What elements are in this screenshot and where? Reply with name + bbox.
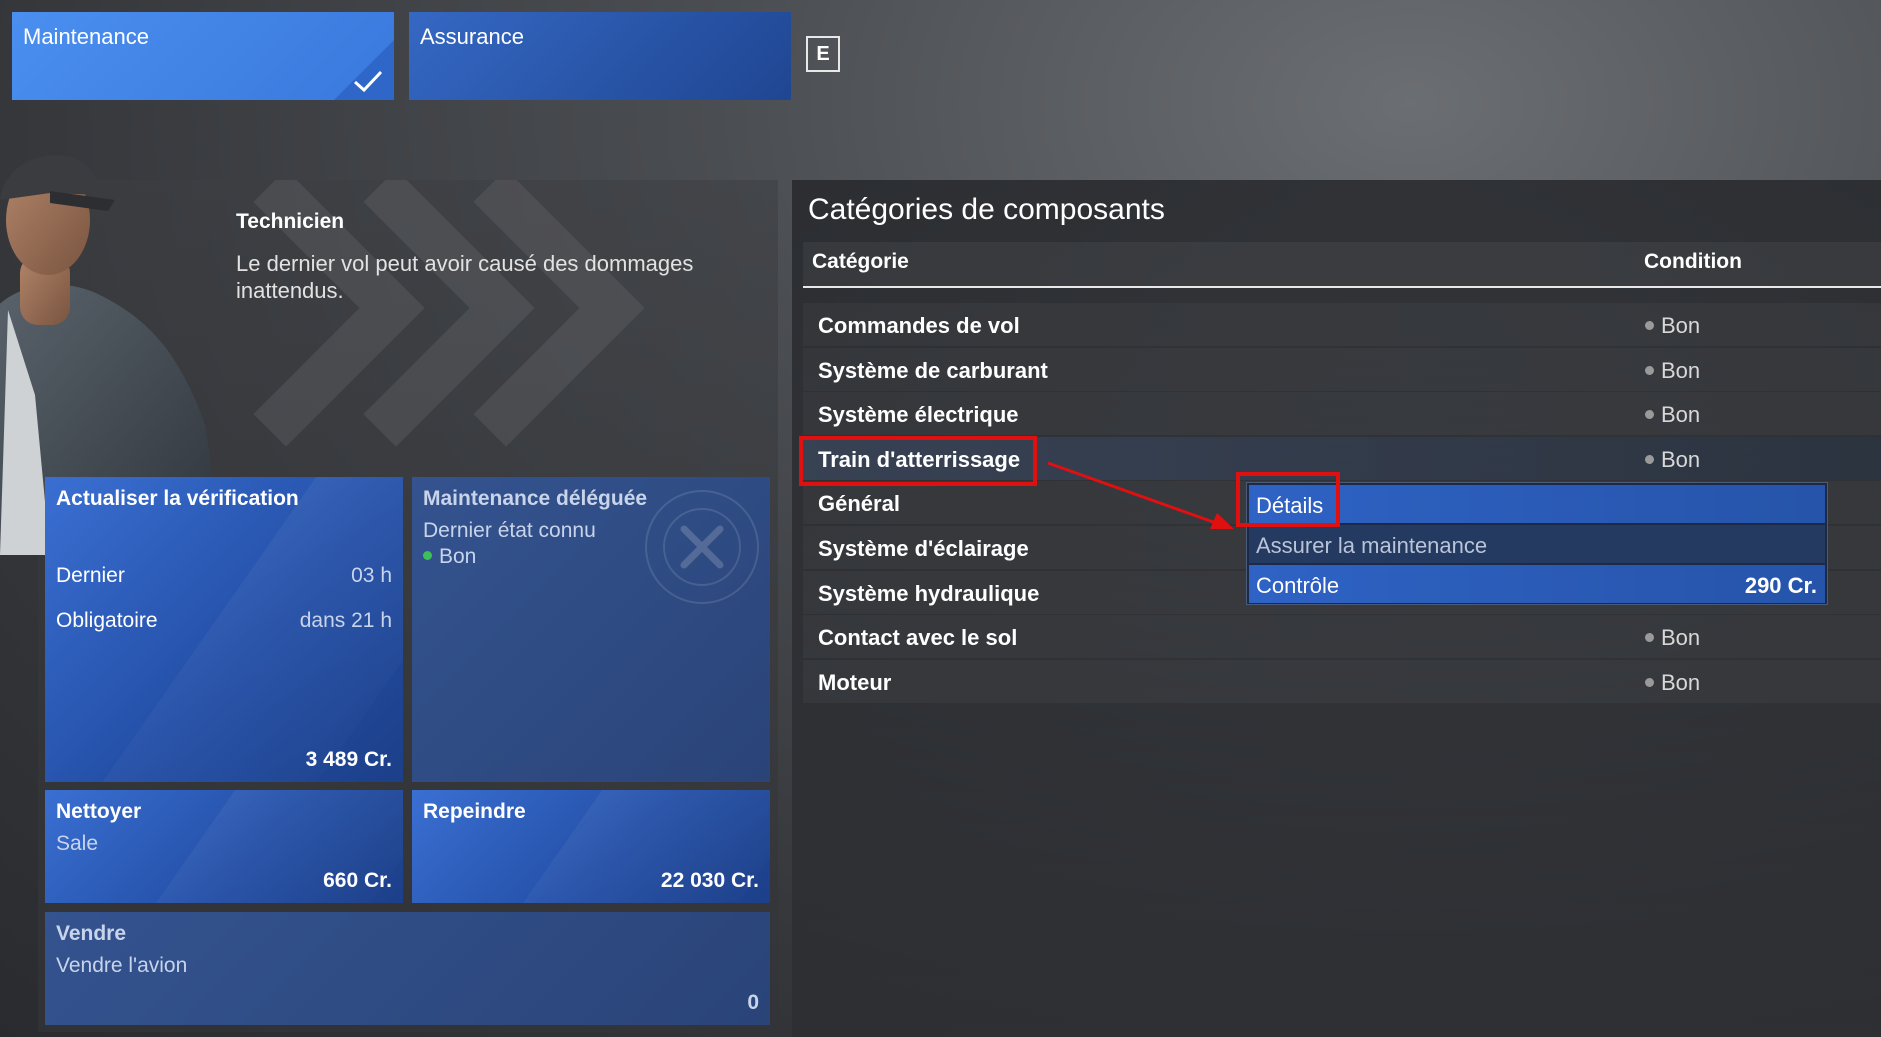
row-category: Général: [818, 491, 900, 516]
sell-title: Vendre: [56, 922, 127, 945]
row-category: Système d'éclairage: [818, 536, 1029, 561]
annotation-box-landing-gear: [799, 436, 1037, 486]
required-check-value: dans 21 h: [299, 609, 392, 632]
sell-card[interactable]: Vendre Vendre l'avion 0: [45, 912, 770, 1025]
clean-price: 660 Cr.: [323, 869, 392, 892]
tab-maintenance-label: Maintenance: [23, 24, 149, 49]
tab-maintenance[interactable]: Maintenance: [12, 12, 394, 100]
keybind-e-hint[interactable]: E: [806, 36, 840, 72]
repaint-card[interactable]: Repeindre 22 030 Cr.: [412, 790, 770, 903]
last-check-label: Dernier: [56, 564, 125, 587]
table-row[interactable]: Système de carburant Bon: [803, 348, 1881, 391]
annotation-arrow-icon: [1047, 461, 1234, 529]
table-row[interactable]: Système électrique Bon: [803, 392, 1881, 435]
row-category: Système de carburant: [818, 358, 1048, 383]
last-check-value: 03 h: [351, 564, 392, 587]
row-category: Système hydraulique: [818, 581, 1040, 606]
row-category: Moteur: [818, 670, 892, 695]
status-dot-icon: [1645, 633, 1654, 642]
row-condition: Bon: [1661, 358, 1701, 383]
refresh-check-title: Actualiser la vérification: [56, 487, 299, 510]
refresh-check-price: 3 489 Cr.: [305, 748, 392, 771]
column-header-condition: Condition: [1644, 250, 1742, 273]
sell-price: 0: [747, 991, 759, 1014]
status-dot-icon: [1645, 455, 1654, 464]
table-row[interactable]: Moteur Bon: [803, 660, 1881, 703]
menu-item-ensure-maintenance[interactable]: Assurer la maintenance: [1249, 525, 1825, 563]
column-header-category: Catégorie: [812, 250, 909, 273]
row-category: Commandes de vol: [818, 313, 1020, 338]
menu-item-control-price: 290 Cr.: [1744, 573, 1817, 598]
sell-subtitle: Vendre l'avion: [56, 954, 188, 977]
row-condition: Bon: [1661, 625, 1701, 650]
delegated-maintenance-status: Bon: [439, 545, 477, 568]
tab-assurance-label: Assurance: [420, 24, 524, 49]
required-check-label: Obligatoire: [56, 609, 158, 632]
tools-icon: [645, 490, 759, 604]
status-dot-icon: [1645, 321, 1654, 330]
repaint-price: 22 030 Cr.: [660, 869, 759, 892]
status-dot-icon: [1645, 410, 1654, 419]
refresh-check-card[interactable]: Actualiser la vérification Dernier 03 h …: [45, 477, 403, 782]
tab-assurance[interactable]: Assurance: [409, 12, 791, 100]
delegated-maintenance-card[interactable]: Maintenance déléguée Dernier état connu …: [412, 477, 770, 782]
table-row[interactable]: Commandes de vol Bon: [803, 303, 1881, 346]
row-category: Système électrique: [818, 402, 1019, 427]
technician-title: Technicien: [236, 210, 345, 233]
table-row[interactable]: Contact avec le sol Bon: [803, 615, 1881, 658]
row-condition: Bon: [1661, 402, 1701, 427]
technician-message: Le dernier vol peut avoir causé des domm…: [236, 251, 694, 303]
menu-item-control-label: Contrôle: [1256, 573, 1340, 598]
row-condition: Bon: [1661, 670, 1701, 695]
clean-title: Nettoyer: [56, 800, 142, 823]
clean-card[interactable]: Nettoyer Sale 660 Cr.: [45, 790, 403, 903]
row-condition: Bon: [1661, 313, 1701, 338]
menu-item-control[interactable]: Contrôle 290 Cr.: [1249, 565, 1825, 603]
menu-item-ensure-maintenance-label: Assurer la maintenance: [1256, 533, 1488, 558]
status-dot-icon: [423, 551, 432, 560]
clean-subtitle: Sale: [56, 832, 99, 855]
status-dot-icon: [1645, 678, 1654, 687]
components-title: Catégories de composants: [808, 193, 1165, 226]
annotation-box-details: [1236, 472, 1340, 527]
checkmark-icon: [354, 70, 383, 93]
row-category: Contact avec le sol: [818, 625, 1018, 650]
status-dot-icon: [1645, 366, 1654, 375]
repaint-title: Repeindre: [423, 800, 526, 823]
row-condition: Bon: [1661, 447, 1701, 472]
